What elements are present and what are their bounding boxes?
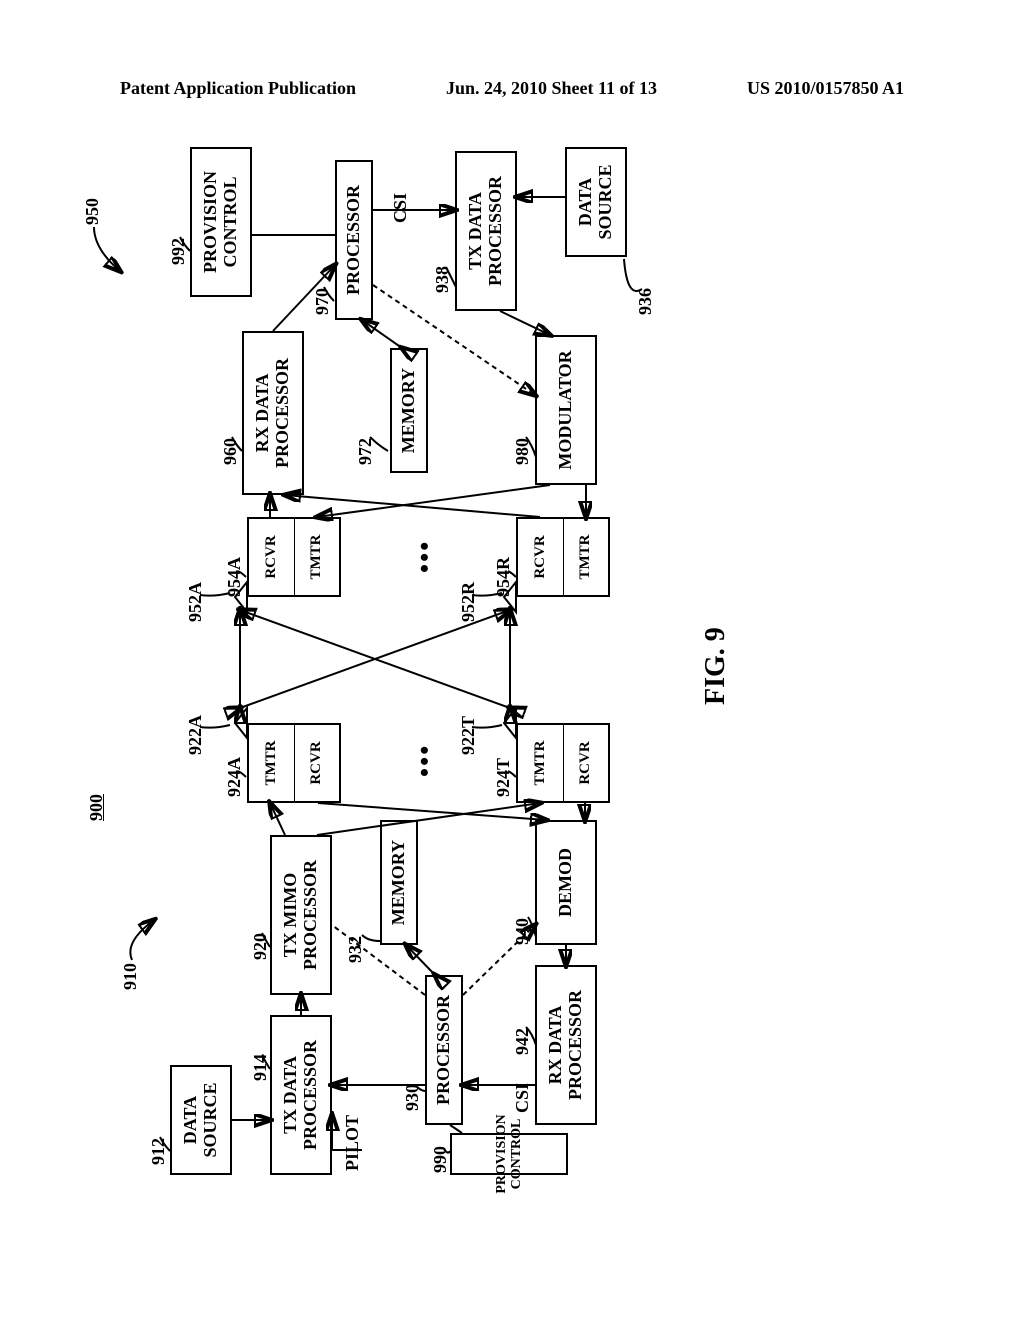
ref-952A: 952A: [185, 582, 206, 622]
ellipsis-left: •••: [410, 744, 440, 777]
box-data-source-right: DATA SOURCE: [565, 147, 627, 257]
figure-9-canvas: 900 910 912 DATA SOURCE 914 TX DATA PROC…: [80, 135, 940, 1185]
csi-label-right: CSI: [390, 193, 411, 223]
ref-990: 990: [430, 1146, 451, 1173]
rcvr-bot-left: RCVR: [563, 725, 608, 801]
box-processor-right: PROCESSOR: [335, 160, 373, 320]
ellipsis-right: •••: [410, 540, 440, 573]
ref-942: 942: [512, 1028, 533, 1055]
tmtr-bot-left: TMTR: [518, 725, 563, 801]
ref-932: 932: [345, 936, 366, 963]
box-tx-data-processor-right: TX DATA PROCESSOR: [455, 151, 517, 311]
ref-992: 992: [168, 238, 189, 265]
figure-label: FIG. 9: [700, 627, 732, 705]
box-tx-mimo-processor: TX MIMO PROCESSOR: [270, 835, 332, 995]
txrx-left-bot: TMTR RCVR: [516, 723, 610, 803]
box-rx-data-processor-left: RX DATA PROCESSOR: [535, 965, 597, 1125]
box-provision-control-left: PROVISION CONTROL: [450, 1133, 568, 1175]
box-provision-control-right: PROVISION CONTROL: [190, 147, 252, 297]
system-ref-label: 900: [86, 794, 107, 821]
csi-label-left: CSI: [512, 1083, 533, 1113]
ref-936: 936: [635, 288, 656, 315]
ref-970: 970: [312, 288, 333, 315]
rcvr-top-right: RCVR: [249, 519, 294, 595]
ref-930: 930: [402, 1084, 423, 1111]
box-processor-left: PROCESSOR: [425, 975, 463, 1125]
txrx-left-top: TMTR RCVR: [247, 723, 341, 803]
ref-954A: 954A: [224, 557, 245, 597]
right-leader-label: 950: [82, 198, 103, 225]
txrx-right-bot: RCVR TMTR: [516, 517, 610, 597]
tmtr-top-right: TMTR: [294, 519, 339, 595]
box-rx-data-processor-right: RX DATA PROCESSOR: [242, 331, 304, 495]
box-demod: DEMOD: [535, 820, 597, 945]
ref-922T: 922T: [458, 716, 479, 755]
rcvr-top-left: RCVR: [294, 725, 339, 801]
header-left: Patent Application Publication: [120, 78, 356, 99]
box-data-source-left: DATA SOURCE: [170, 1065, 232, 1175]
box-memory-right: MEMORY: [390, 348, 428, 473]
ref-924T: 924T: [493, 758, 514, 797]
pilot-label: PILOT: [342, 1115, 363, 1171]
ref-960: 960: [220, 438, 241, 465]
ref-938: 938: [432, 266, 453, 293]
box-modulator: MODULATOR: [535, 335, 597, 485]
ref-924A: 924A: [224, 757, 245, 797]
header-center: Jun. 24, 2010 Sheet 11 of 13: [446, 78, 657, 99]
left-leader-label: 910: [120, 963, 141, 990]
tmtr-top-left: TMTR: [249, 725, 294, 801]
box-memory-left: MEMORY: [380, 820, 418, 945]
box-tx-data-processor-left: TX DATA PROCESSOR: [270, 1015, 332, 1175]
ref-952R: 952R: [458, 582, 479, 622]
rcvr-bot-right: RCVR: [518, 519, 563, 595]
txrx-right-top: RCVR TMTR: [247, 517, 341, 597]
ref-980: 980: [512, 438, 533, 465]
page-header: Patent Application Publication Jun. 24, …: [0, 78, 1024, 99]
ref-920: 920: [250, 933, 271, 960]
ref-940: 940: [512, 918, 533, 945]
tmtr-bot-right: TMTR: [563, 519, 608, 595]
ref-954R: 954R: [493, 557, 514, 597]
ref-972: 972: [355, 438, 376, 465]
header-right: US 2010/0157850 A1: [747, 78, 904, 99]
ref-922A: 922A: [185, 715, 206, 755]
ref-914: 914: [250, 1054, 271, 1081]
ref-912: 912: [148, 1138, 169, 1165]
diagram-container: 900 910 912 DATA SOURCE 914 TX DATA PROC…: [80, 135, 940, 1185]
